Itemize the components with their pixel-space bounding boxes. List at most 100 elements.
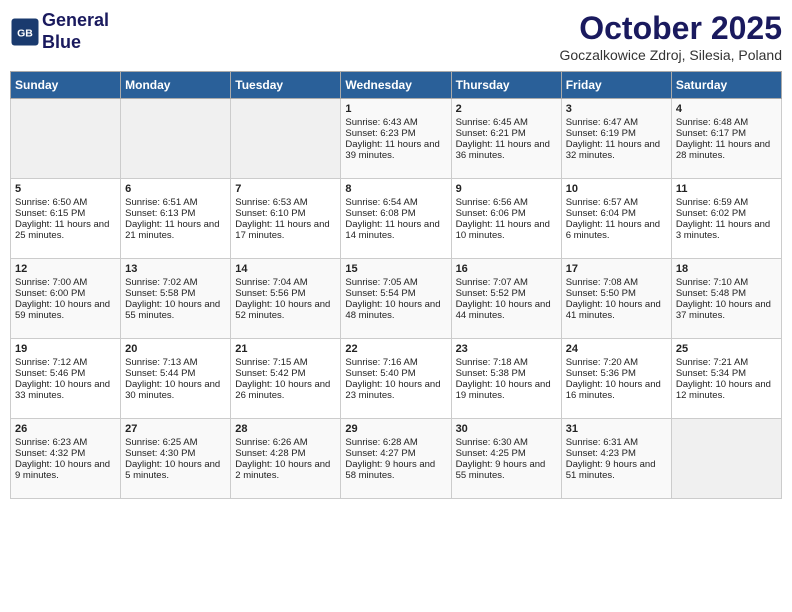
calendar-week-row: 1Sunrise: 6:43 AMSunset: 6:23 PMDaylight… <box>11 99 782 179</box>
day-content: Daylight: 9 hours and 58 minutes. <box>345 459 446 481</box>
day-number: 20 <box>125 343 226 355</box>
calendar-cell <box>121 99 231 179</box>
calendar-cell: 18Sunrise: 7:10 AMSunset: 5:48 PMDayligh… <box>671 259 781 339</box>
day-content: Sunset: 4:32 PM <box>15 448 116 459</box>
calendar-cell: 9Sunrise: 6:56 AMSunset: 6:06 PMDaylight… <box>451 179 561 259</box>
calendar-table: SundayMondayTuesdayWednesdayThursdayFrid… <box>10 71 782 499</box>
day-content: Sunrise: 6:51 AM <box>125 197 226 208</box>
calendar-cell: 2Sunrise: 6:45 AMSunset: 6:21 PMDaylight… <box>451 99 561 179</box>
day-content: Sunrise: 6:25 AM <box>125 437 226 448</box>
day-content: Sunset: 6:04 PM <box>566 208 667 219</box>
day-content: Sunrise: 6:48 AM <box>676 117 777 128</box>
header-saturday: Saturday <box>671 72 781 99</box>
day-content: Daylight: 10 hours and 41 minutes. <box>566 299 667 321</box>
day-number: 5 <box>15 183 116 195</box>
header-thursday: Thursday <box>451 72 561 99</box>
day-content: Sunset: 6:21 PM <box>456 128 557 139</box>
calendar-cell: 7Sunrise: 6:53 AMSunset: 6:10 PMDaylight… <box>231 179 341 259</box>
calendar-cell: 12Sunrise: 7:00 AMSunset: 6:00 PMDayligh… <box>11 259 121 339</box>
calendar-cell: 11Sunrise: 6:59 AMSunset: 6:02 PMDayligh… <box>671 179 781 259</box>
calendar-cell: 29Sunrise: 6:28 AMSunset: 4:27 PMDayligh… <box>341 419 451 499</box>
day-content: Sunset: 5:44 PM <box>125 368 226 379</box>
day-content: Daylight: 10 hours and 23 minutes. <box>345 379 446 401</box>
day-number: 1 <box>345 103 446 115</box>
day-content: Sunset: 6:15 PM <box>15 208 116 219</box>
day-content: Sunset: 6:06 PM <box>456 208 557 219</box>
day-content: Sunrise: 6:57 AM <box>566 197 667 208</box>
day-content: Sunset: 5:58 PM <box>125 288 226 299</box>
day-content: Daylight: 10 hours and 44 minutes. <box>456 299 557 321</box>
calendar-cell: 6Sunrise: 6:51 AMSunset: 6:13 PMDaylight… <box>121 179 231 259</box>
day-number: 30 <box>456 423 557 435</box>
logo-text: General Blue <box>42 10 109 53</box>
day-content: Sunset: 5:54 PM <box>345 288 446 299</box>
day-content: Sunrise: 7:02 AM <box>125 277 226 288</box>
day-content: Sunrise: 6:31 AM <box>566 437 667 448</box>
day-number: 25 <box>676 343 777 355</box>
day-content: Daylight: 10 hours and 37 minutes. <box>676 299 777 321</box>
day-content: Sunrise: 6:59 AM <box>676 197 777 208</box>
day-number: 10 <box>566 183 667 195</box>
header-friday: Friday <box>561 72 671 99</box>
day-content: Sunset: 5:56 PM <box>235 288 336 299</box>
day-content: Sunset: 6:10 PM <box>235 208 336 219</box>
day-content: Sunset: 6:13 PM <box>125 208 226 219</box>
day-content: Sunrise: 6:23 AM <box>15 437 116 448</box>
header-tuesday: Tuesday <box>231 72 341 99</box>
day-content: Sunset: 5:52 PM <box>456 288 557 299</box>
day-number: 7 <box>235 183 336 195</box>
day-content: Daylight: 11 hours and 17 minutes. <box>235 219 336 241</box>
day-content: Sunset: 6:02 PM <box>676 208 777 219</box>
day-content: Sunset: 6:17 PM <box>676 128 777 139</box>
calendar-cell: 24Sunrise: 7:20 AMSunset: 5:36 PMDayligh… <box>561 339 671 419</box>
calendar-cell: 13Sunrise: 7:02 AMSunset: 5:58 PMDayligh… <box>121 259 231 339</box>
day-number: 19 <box>15 343 116 355</box>
day-content: Sunrise: 7:04 AM <box>235 277 336 288</box>
calendar-cell: 5Sunrise: 6:50 AMSunset: 6:15 PMDaylight… <box>11 179 121 259</box>
header-monday: Monday <box>121 72 231 99</box>
day-number: 11 <box>676 183 777 195</box>
day-content: Sunrise: 7:07 AM <box>456 277 557 288</box>
day-content: Daylight: 11 hours and 39 minutes. <box>345 139 446 161</box>
calendar-cell: 15Sunrise: 7:05 AMSunset: 5:54 PMDayligh… <box>341 259 451 339</box>
logo: GB General Blue <box>10 10 109 53</box>
calendar-cell: 26Sunrise: 6:23 AMSunset: 4:32 PMDayligh… <box>11 419 121 499</box>
day-content: Sunset: 4:25 PM <box>456 448 557 459</box>
day-content: Sunset: 4:23 PM <box>566 448 667 459</box>
day-number: 18 <box>676 263 777 275</box>
day-content: Daylight: 11 hours and 32 minutes. <box>566 139 667 161</box>
day-number: 8 <box>345 183 446 195</box>
calendar-cell: 1Sunrise: 6:43 AMSunset: 6:23 PMDaylight… <box>341 99 451 179</box>
location-subtitle: Goczalkowice Zdroj, Silesia, Poland <box>559 47 782 63</box>
calendar-cell: 14Sunrise: 7:04 AMSunset: 5:56 PMDayligh… <box>231 259 341 339</box>
day-content: Sunrise: 7:15 AM <box>235 357 336 368</box>
day-content: Sunrise: 6:45 AM <box>456 117 557 128</box>
day-content: Sunrise: 7:10 AM <box>676 277 777 288</box>
day-content: Sunset: 5:42 PM <box>235 368 336 379</box>
calendar-cell: 20Sunrise: 7:13 AMSunset: 5:44 PMDayligh… <box>121 339 231 419</box>
title-block: October 2025 Goczalkowice Zdroj, Silesia… <box>559 10 782 63</box>
calendar-cell: 23Sunrise: 7:18 AMSunset: 5:38 PMDayligh… <box>451 339 561 419</box>
day-number: 14 <box>235 263 336 275</box>
day-content: Daylight: 10 hours and 5 minutes. <box>125 459 226 481</box>
calendar-cell: 19Sunrise: 7:12 AMSunset: 5:46 PMDayligh… <box>11 339 121 419</box>
calendar-cell: 3Sunrise: 6:47 AMSunset: 6:19 PMDaylight… <box>561 99 671 179</box>
day-content: Sunrise: 7:00 AM <box>15 277 116 288</box>
day-number: 29 <box>345 423 446 435</box>
day-number: 27 <box>125 423 226 435</box>
day-number: 28 <box>235 423 336 435</box>
day-number: 4 <box>676 103 777 115</box>
day-content: Sunset: 5:36 PM <box>566 368 667 379</box>
day-content: Sunset: 6:08 PM <box>345 208 446 219</box>
day-number: 9 <box>456 183 557 195</box>
calendar-cell: 30Sunrise: 6:30 AMSunset: 4:25 PMDayligh… <box>451 419 561 499</box>
calendar-cell: 22Sunrise: 7:16 AMSunset: 5:40 PMDayligh… <box>341 339 451 419</box>
day-number: 13 <box>125 263 226 275</box>
calendar-cell: 28Sunrise: 6:26 AMSunset: 4:28 PMDayligh… <box>231 419 341 499</box>
header-wednesday: Wednesday <box>341 72 451 99</box>
day-content: Daylight: 10 hours and 48 minutes. <box>345 299 446 321</box>
day-content: Sunset: 6:19 PM <box>566 128 667 139</box>
day-content: Sunrise: 7:08 AM <box>566 277 667 288</box>
day-content: Sunset: 5:40 PM <box>345 368 446 379</box>
calendar-cell: 27Sunrise: 6:25 AMSunset: 4:30 PMDayligh… <box>121 419 231 499</box>
